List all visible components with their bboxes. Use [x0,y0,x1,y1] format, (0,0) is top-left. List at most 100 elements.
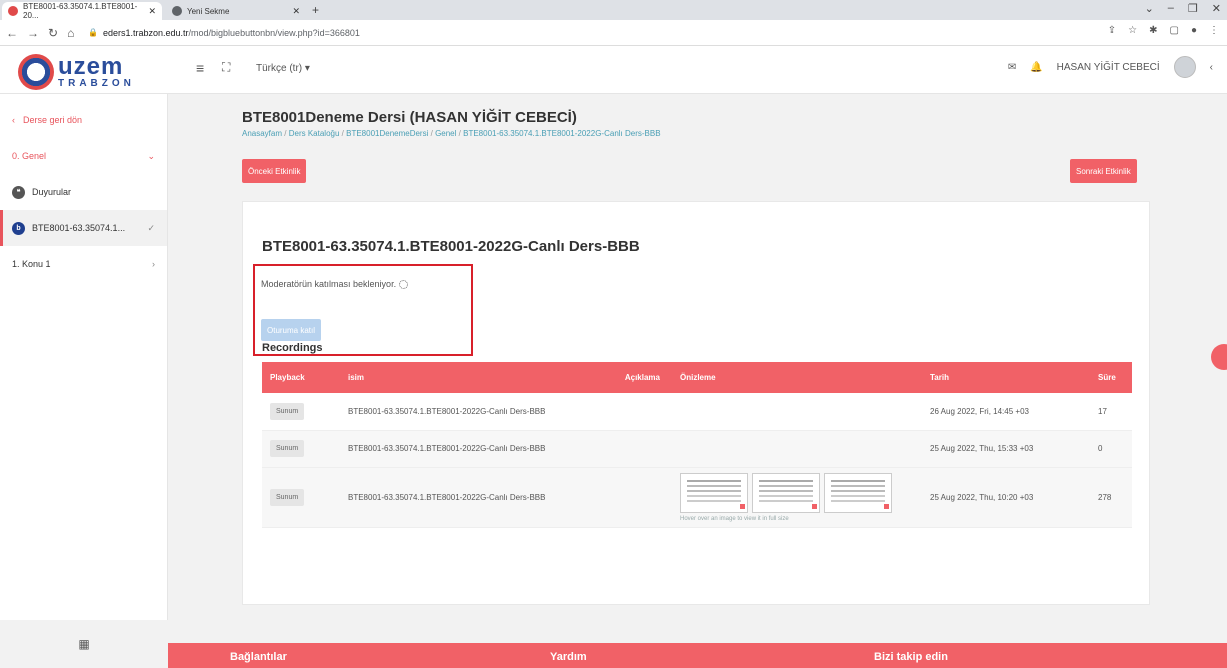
menu-dots-icon[interactable]: ⋮ [1209,25,1219,36]
table-row: Sunum BTE8001-63.35074.1.BTE8001-2022G-C… [262,430,1132,468]
tab-title: Yeni Sekme [187,6,230,16]
browser-tab-active[interactable]: BTE8001-63.35074.1.BTE8001-20... ✕ [2,2,162,20]
block-drawer-icon[interactable]: ▦ [78,637,89,651]
slide-thumbnail[interactable] [752,472,820,513]
name-cell: BTE8001-63.35074.1.BTE8001-2022G-Canlı D… [340,393,593,431]
previous-activity-button[interactable]: Önceki Etkinlik [242,159,307,183]
reload-icon[interactable]: ↻ [48,26,58,40]
logo-main: uzem [58,53,124,80]
minimize-icon[interactable]: – [1168,2,1174,15]
logo-sub: TRABZON [58,78,135,89]
share-icon[interactable]: ⇪ [1108,25,1116,36]
duration-cell: 278 [1090,467,1132,528]
chevron-down-icon[interactable]: ⌄ [1145,2,1154,15]
notifications-icon[interactable]: 🔔 [1030,62,1042,73]
avatar[interactable] [1173,56,1196,78]
sidebar-item-label: BTE8001-63.35074.1... [32,223,126,233]
sidepanel-icon[interactable]: ▢ [1170,25,1179,36]
date-cell: 26 Aug 2022, Fri, 14:45 +03 [922,393,1090,431]
lock-icon: 🔒 [88,28,98,37]
extensions-icon[interactable]: ✱ [1149,25,1157,36]
address-bar-row: ← → ↻ ⌂ 🔒 eders1.trabzon.edu.tr /mod/big… [0,20,1227,46]
profile-icon[interactable]: ● [1191,25,1197,36]
description-cell [593,467,672,528]
sidebar-item-duyurular[interactable]: ❝ Duyurular [0,174,167,210]
column-header-duration[interactable]: Süre [1090,362,1132,393]
table-header-row: Playback isim Açıklama Önizleme Tarih Sü… [262,362,1132,393]
site-header: uzem TRABZON ≡ ⛶ Türkçe (tr) ▾ ✉ 🔔 HASAN… [0,46,1227,94]
name-cell: BTE8001-63.35074.1.BTE8001-2022G-Canlı D… [340,430,593,468]
footer-follow-heading: Bizi takip edin [874,651,948,663]
chevron-right-icon: › [152,259,155,269]
playback-button[interactable]: Sunum [270,402,305,420]
home-icon[interactable]: ⌂ [67,26,74,40]
language-menu[interactable]: Türkçe (tr) ▾ [256,63,310,74]
breadcrumb-link[interactable]: Ders Kataloğu [289,129,340,138]
site-favicon-icon [8,6,18,16]
column-header-date[interactable]: Tarih [922,362,1090,393]
star-icon[interactable]: ☆ [1128,25,1137,36]
chrome-icon [172,6,182,16]
drawer-toggle-icon[interactable] [1211,344,1227,370]
url-field[interactable]: 🔒 eders1.trabzon.edu.tr /mod/bigbluebutt… [88,28,360,38]
tab-title: BTE8001-63.35074.1.BTE8001-20... [23,2,138,20]
playback-button[interactable]: Sunum [270,440,305,457]
playback-button[interactable]: Sunum [270,488,305,506]
breadcrumb-link[interactable]: Genel [435,129,456,138]
breadcrumb: Anasayfam / Ders Kataloğu / BTE8001Denem… [242,129,661,138]
messages-icon[interactable]: ✉ [1008,62,1016,73]
university-seal-icon [18,54,54,90]
logo-text: uzem TRABZON [58,55,135,89]
column-header-name[interactable]: isim [340,362,593,393]
site-logo[interactable]: uzem TRABZON [18,52,178,92]
window-controls: ⌄ – ❐ ✕ [1145,2,1221,15]
fullscreen-icon[interactable]: ⛶ [222,60,230,75]
preview-hover-hint: Hover over an image to view it in full s… [680,515,789,522]
back-arrow-icon[interactable]: ← [6,26,18,40]
next-activity-button[interactable]: Sonraki Etkinlik [1070,159,1137,183]
preview-cell [672,393,922,431]
slide-thumbnail[interactable] [680,472,748,513]
sidebar-item-konu-1[interactable]: 1. Konu 1 › [0,246,167,282]
user-name[interactable]: HASAN YİĞİT CEBECİ [1057,62,1160,73]
close-window-icon[interactable]: ✕ [1212,2,1221,15]
hamburger-menu-icon[interactable]: ≡ [196,60,204,76]
footer-links-heading: Bağlantılar [230,651,287,663]
preview-cell: Hover over an image to view it in full s… [672,467,922,528]
browser-tab-bar: BTE8001-63.35074.1.BTE8001-20... ✕ Yeni … [0,0,1227,20]
chevron-left-icon: ‹ [12,115,15,125]
restore-icon[interactable]: ❐ [1188,2,1198,15]
chevron-down-icon: ⌄ [147,150,155,161]
sidebar-item-genel[interactable]: 0. Genel ⌄ [0,138,167,174]
close-icon[interactable]: ✕ [148,6,156,17]
forward-arrow-icon[interactable]: → [27,26,39,40]
sidebar-item-label: 0. Genel [12,151,47,161]
course-sidebar: ‹ Derse geri dön 0. Genel ⌄ ❝ Duyurular … [0,94,168,668]
sidebar-item-label: Duyurular [32,187,72,197]
column-header-description[interactable]: Açıklama [593,362,672,393]
forum-icon: ❝ [12,185,25,199]
url-path: /mod/bigbluebuttonbn/view.php?id=366801 [188,27,360,38]
description-cell [593,393,672,431]
breadcrumb-link[interactable]: BTE8001DenemeDersi [346,129,428,138]
footer-help-heading: Yardım [550,651,587,663]
table-row: Sunum BTE8001-63.35074.1.BTE8001-2022G-C… [262,393,1132,431]
browser-tab-new[interactable]: Yeni Sekme ✕ [166,2,306,20]
page-title: BTE8001Deneme Dersi (HASAN YİĞİT CEBECİ) [242,109,577,126]
slide-thumbnail[interactable] [824,472,892,513]
preview-cell [672,430,922,468]
column-header-preview[interactable]: Önizleme [672,362,922,393]
chevron-left-icon[interactable]: ‹ [1210,62,1213,73]
recordings-table: Playback isim Açıklama Önizleme Tarih Sü… [262,362,1132,528]
playback-cell: Sunum [262,467,340,528]
new-tab-icon[interactable]: + [312,3,319,17]
column-header-playback[interactable]: Playback [262,362,340,393]
sidebar-back-to-course[interactable]: ‹ Derse geri dön [0,102,167,138]
checkmark-icon: ✓ [147,222,155,233]
breadcrumb-current[interactable]: BTE8001-63.35074.1.BTE8001-2022G-Canlı D… [463,129,660,138]
sidebar-item-bbb-activity[interactable]: b BTE8001-63.35074.1... ✓ [0,210,167,246]
breadcrumb-link[interactable]: Anasayfam [242,129,282,138]
close-icon[interactable]: ✕ [292,6,300,17]
duration-cell: 17 [1090,393,1132,431]
date-cell: 25 Aug 2022, Thu, 10:20 +03 [922,467,1090,528]
